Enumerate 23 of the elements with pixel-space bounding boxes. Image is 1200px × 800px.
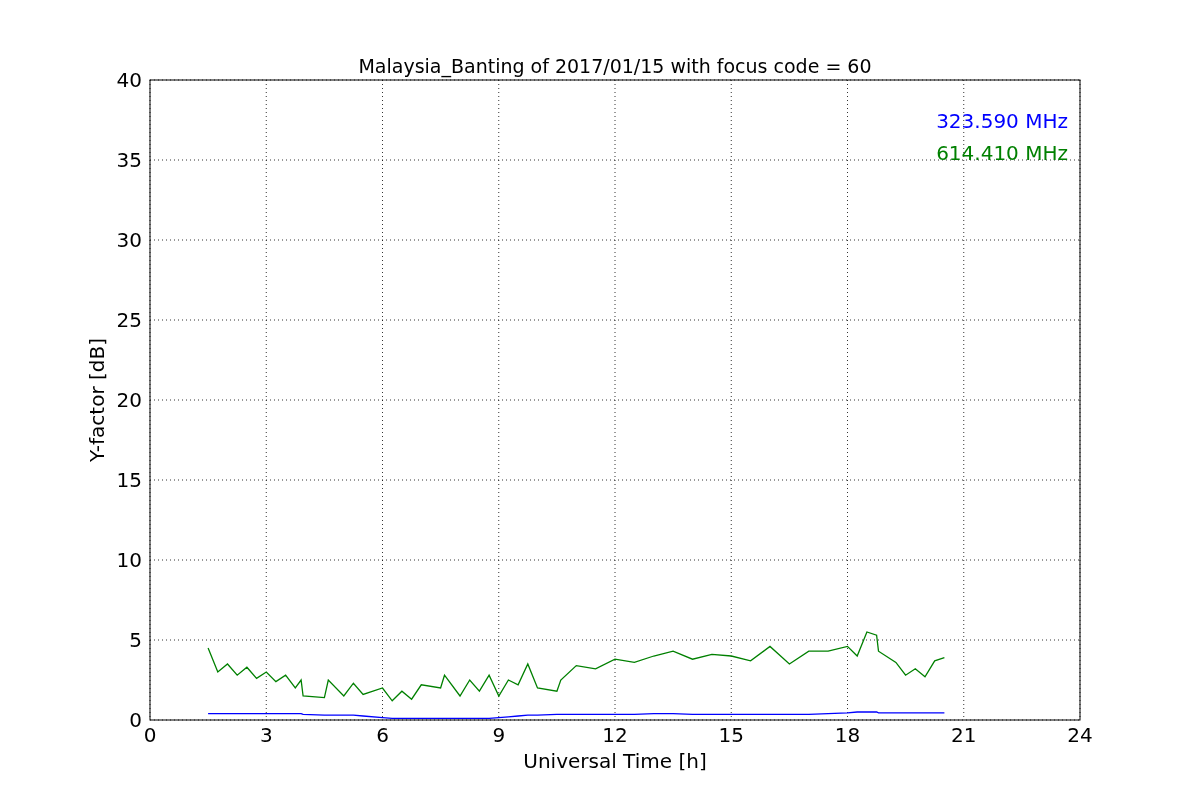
x-tick-label: 18 [834,723,861,747]
x-tick-label: 3 [259,723,273,747]
legend-label: 614.410 MHz [936,141,1068,165]
y-tick-label: 35 [116,148,142,172]
x-tick-label: 0 [143,723,157,747]
legend-label: 323.590 MHz [936,109,1068,133]
x-axis-label: Universal Time [h] [523,749,707,773]
y-tick-label: 15 [116,468,142,492]
x-tick-label: 15 [718,723,744,747]
x-tick-label: 6 [376,723,389,747]
x-tick-label: 12 [602,723,628,747]
y-tick-label: 5 [129,628,142,652]
y-tick-label: 0 [129,708,142,732]
x-tick-label: 24 [1067,723,1093,747]
y-tick-label: 10 [116,548,142,572]
y-tick-label: 40 [116,68,142,92]
y-tick-label: 20 [116,388,142,412]
y-axis-label: Y-factor [dB] [85,338,109,462]
x-tick-label: 9 [492,723,506,747]
y-tick-label: 25 [116,308,142,332]
x-tick-label: 21 [951,723,977,747]
chart-title: Malaysia_Banting of 2017/01/15 with focus code = 60 [358,55,872,77]
y-tick-label: 30 [116,228,142,252]
